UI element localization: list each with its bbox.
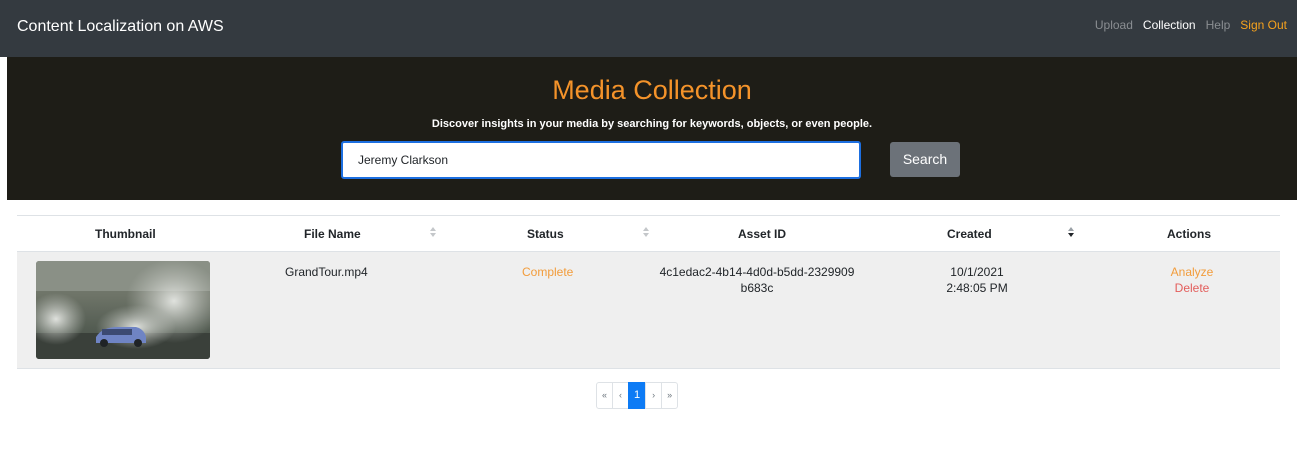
actions-cell: Analyze Delete [1147,264,1237,296]
nav-links: Upload Collection Help Sign Out [1095,18,1287,32]
media-table: Thumbnail File Name Status Asset ID Crea… [17,215,1280,369]
nav-upload-link[interactable]: Upload [1095,18,1133,32]
asset-id-cell: 4c1edac2-4b14-4d0d-b5dd-2329909 b683c [647,264,867,296]
page-title: Media Collection [552,75,752,105]
sort-status-icon[interactable] [641,225,651,239]
created-date: 10/1/2021 [950,265,1004,279]
column-header-file-name[interactable]: File Name [304,227,361,241]
created-time: 2:48:05 PM [946,281,1008,295]
top-navbar: Content Localization on AWS Upload Colle… [0,0,1297,57]
column-header-status[interactable]: Status [527,227,564,241]
column-header-created[interactable]: Created [947,227,992,241]
created-cell: 10/1/2021 2:48:05 PM [922,264,1032,296]
analyze-button[interactable]: Analyze [1147,264,1237,280]
sort-created-icon[interactable] [1066,225,1076,239]
nav-sign-out-link[interactable]: Sign Out [1240,18,1287,32]
column-header-thumbnail: Thumbnail [95,227,156,241]
page-subtitle: Discover insights in your media by searc… [431,118,873,130]
table-header: Thumbnail File Name Status Asset ID Crea… [17,215,1280,252]
brand-title[interactable]: Content Localization on AWS [17,18,224,36]
hero-banner: Media Collection Discover insights in yo… [7,57,1297,200]
search-button[interactable]: Search [890,142,960,177]
pagination-last-button[interactable]: » [661,382,679,409]
column-header-asset-id: Asset ID [738,227,787,241]
asset-id-line-2: b683c [740,281,774,295]
pagination: « ‹ 1 › » [596,382,679,409]
sort-file-name-icon[interactable] [428,225,438,239]
status-cell: Complete [522,265,574,279]
pagination-prev-button[interactable]: ‹ [612,382,630,409]
table-row: GrandTour.mp4 Complete 4c1edac2-4b14-4d0… [17,252,1280,369]
asset-id-line-1: 4c1edac2-4b14-4d0d-b5dd-2329909 [659,265,855,279]
pagination-page-1[interactable]: 1 [628,382,647,409]
nav-help-link[interactable]: Help [1206,18,1231,32]
pagination-first-button[interactable]: « [596,382,614,409]
delete-button[interactable]: Delete [1147,280,1237,296]
column-header-actions: Actions [1167,227,1212,241]
pagination-next-button[interactable]: › [645,382,663,409]
video-thumbnail[interactable] [36,261,210,359]
nav-collection-link[interactable]: Collection [1143,18,1196,32]
file-name-cell: GrandTour.mp4 [285,265,368,279]
search-input[interactable] [341,141,861,179]
